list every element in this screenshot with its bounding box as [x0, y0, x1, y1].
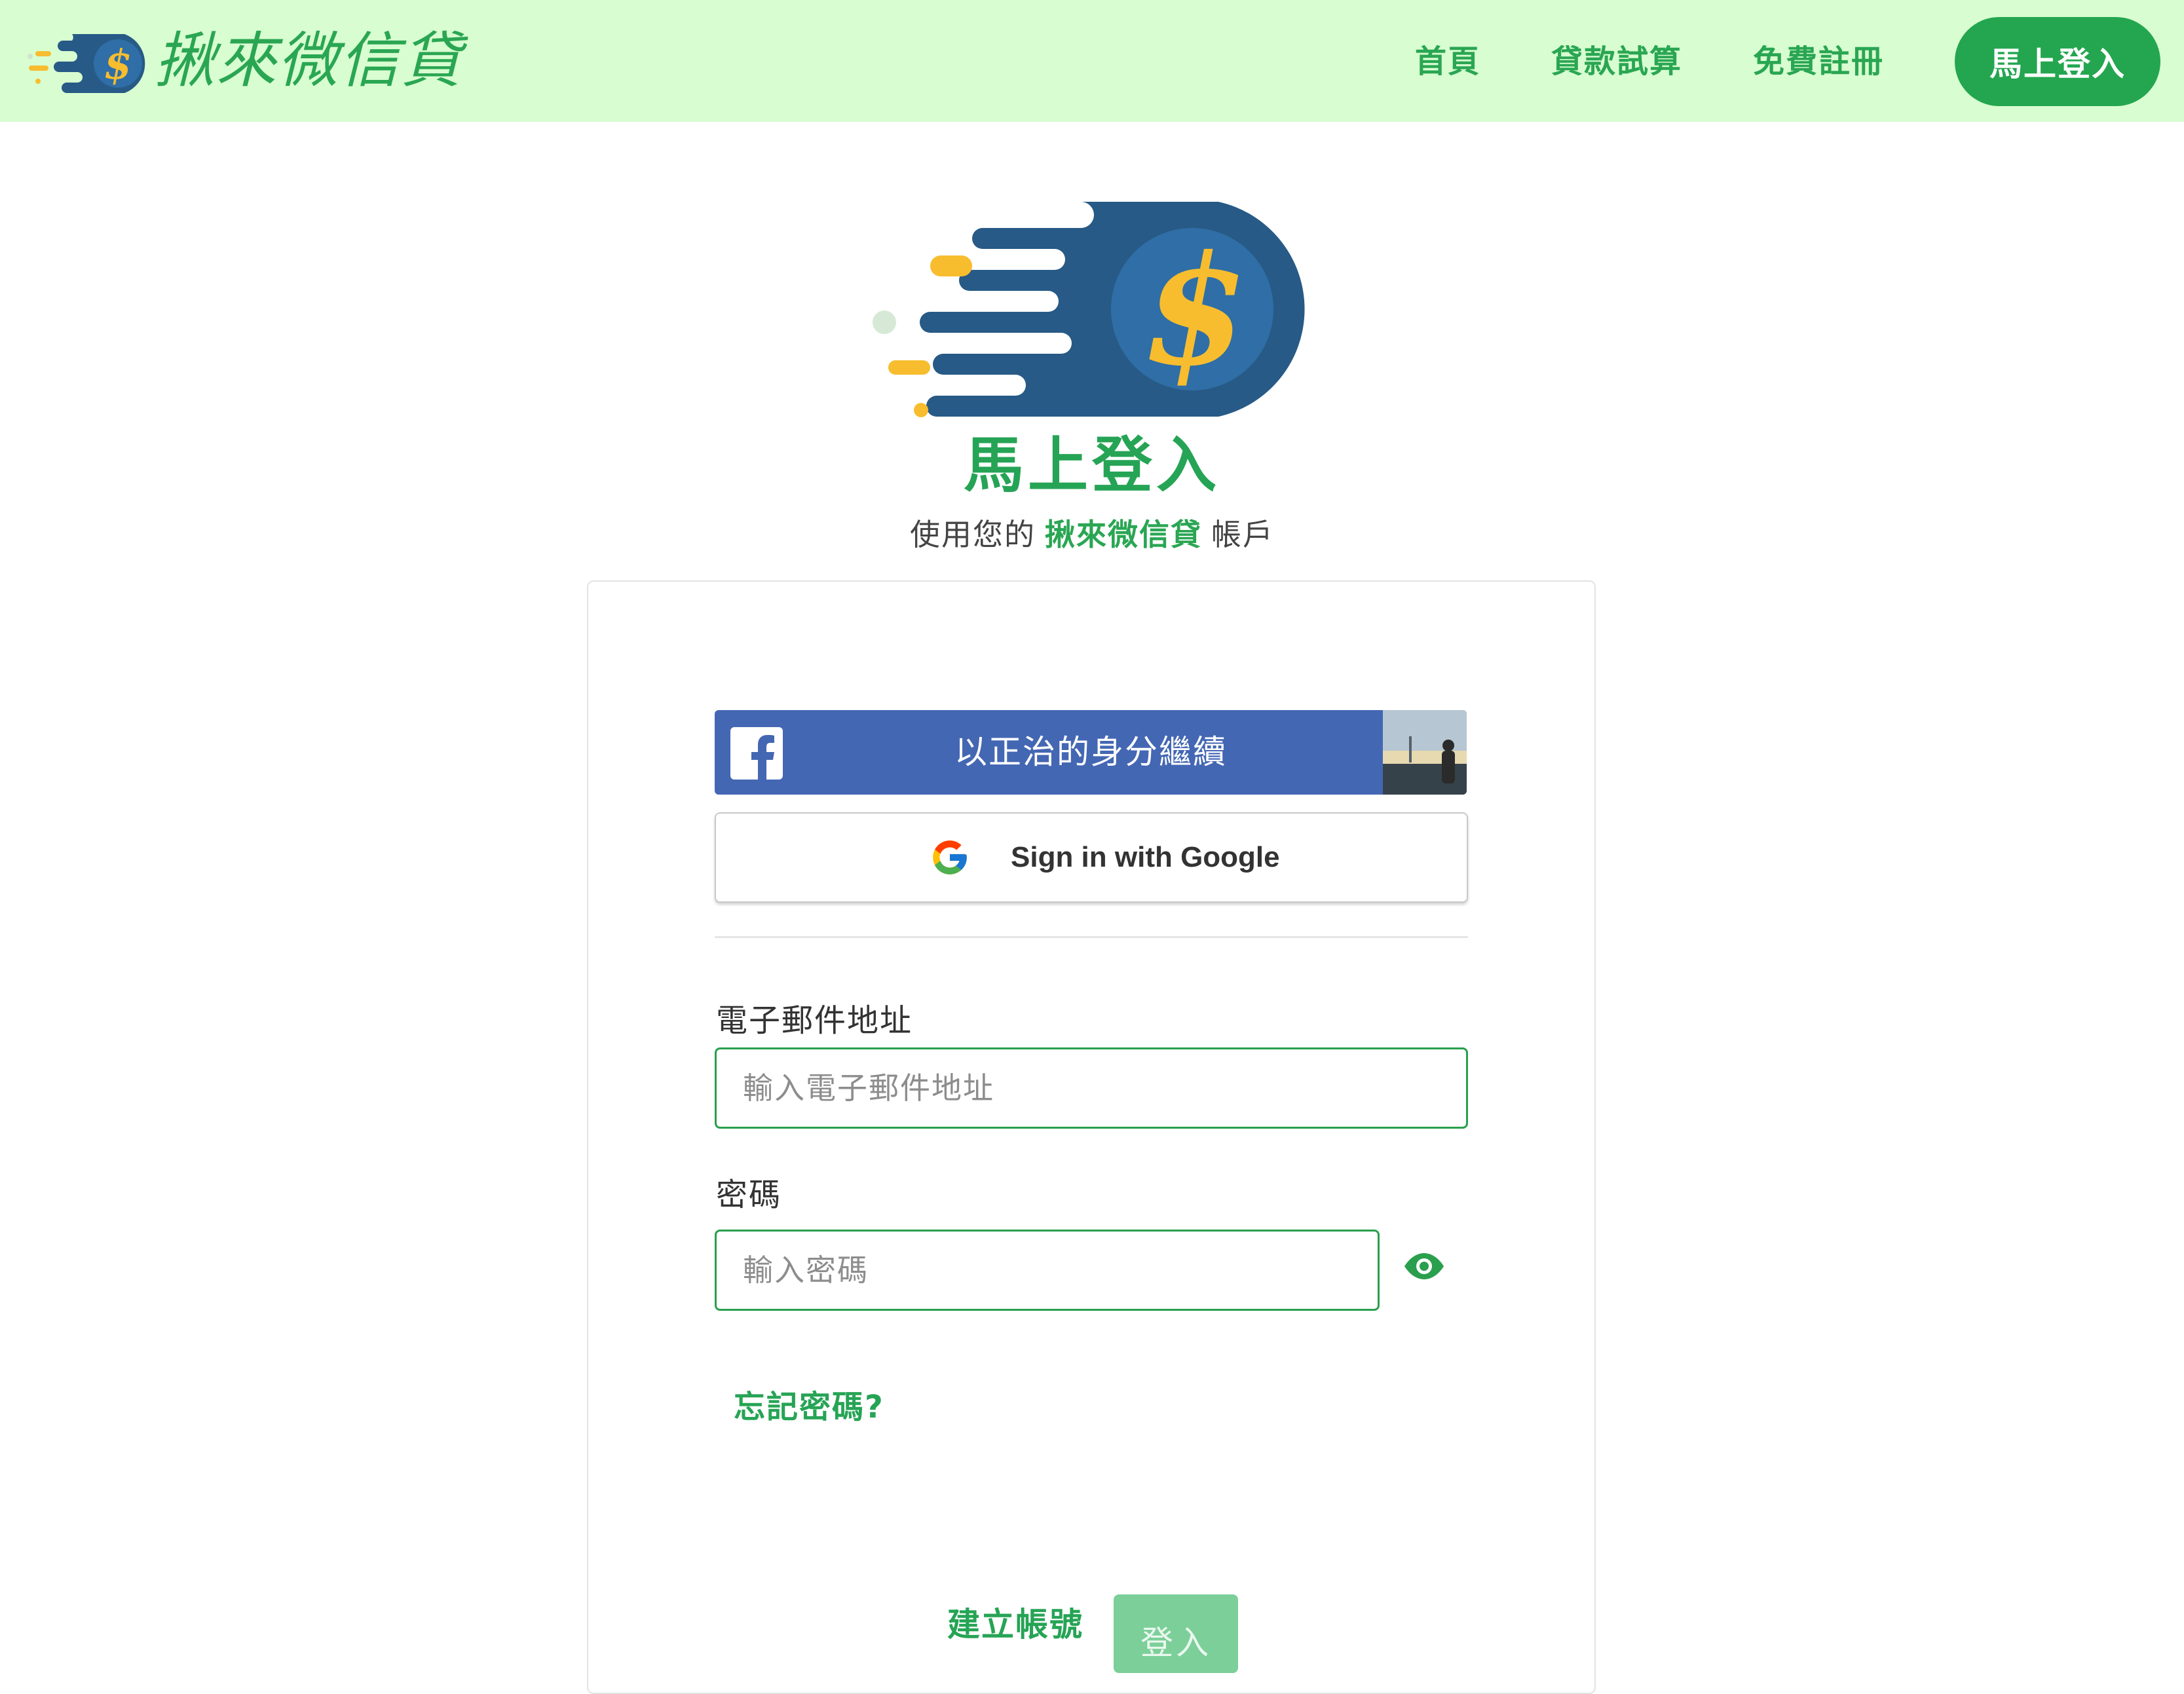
- svg-text:$: $: [1143, 223, 1248, 400]
- nav-login-button[interactable]: 馬上登入: [1955, 17, 2160, 106]
- top-navbar: $ 揪來微信貸 首頁 貸款試算 免費註冊 馬上登入: [0, 0, 2184, 122]
- eye-icon[interactable]: [1403, 1252, 1445, 1281]
- dollar-coin-logo-icon: $: [873, 202, 1305, 417]
- page-title: 馬上登入: [963, 430, 1220, 500]
- subtitle-prefix: 使用您的: [910, 517, 1036, 552]
- password-label: 密碼: [716, 1176, 782, 1213]
- nav-links: 首頁 貸款試算 免費註冊 馬上登入: [1415, 17, 2160, 106]
- facebook-login-label: 以正治的身分繼續: [954, 733, 1227, 771]
- svg-text:$: $: [104, 41, 132, 88]
- nav-link-register[interactable]: 免費註冊: [1753, 46, 1884, 77]
- brand-name: 揪來微信貸: [155, 26, 463, 96]
- email-label: 電子郵件地址: [716, 1002, 913, 1039]
- forgot-password-link[interactable]: 忘記密碼?: [734, 1381, 884, 1427]
- subtitle-suffix: 帳戶: [1211, 517, 1274, 552]
- login-submit-button[interactable]: 登入: [1114, 1594, 1238, 1673]
- google-signin-label: Sign in with Google: [1011, 841, 1280, 873]
- facebook-login-button[interactable]: 以正治的身分繼續: [715, 710, 1467, 795]
- brand[interactable]: $ 揪來微信貸: [26, 25, 462, 97]
- dollar-coin-logo-icon: $: [28, 34, 145, 93]
- email-input[interactable]: [715, 1047, 1468, 1129]
- nav-link-loan-calculator[interactable]: 貸款試算: [1551, 46, 1682, 77]
- google-signin-button[interactable]: Sign in with Google: [715, 812, 1468, 903]
- divider: [715, 936, 1468, 938]
- profile-avatar: [1383, 710, 1467, 795]
- google-icon: [933, 840, 967, 875]
- subtitle-brand: 揪來微信貸: [1045, 517, 1202, 552]
- password-input[interactable]: [715, 1230, 1380, 1311]
- page-subtitle: 使用您的 揪來微信貸 帳戶: [0, 511, 2184, 554]
- create-account-link[interactable]: 建立帳號: [947, 1598, 1083, 1646]
- nav-link-home[interactable]: 首頁: [1415, 46, 1480, 77]
